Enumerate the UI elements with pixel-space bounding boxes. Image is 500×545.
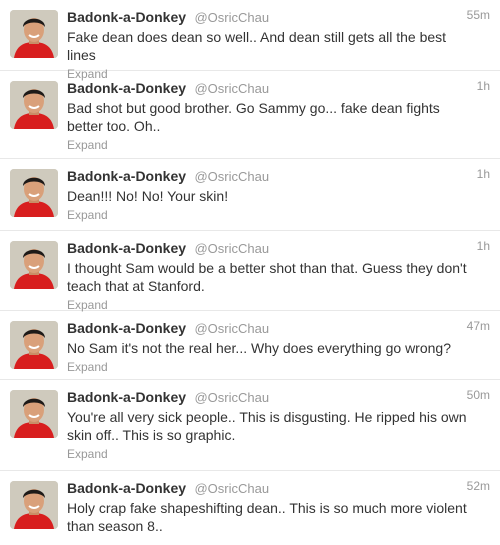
username[interactable]: @OsricChau bbox=[194, 321, 269, 336]
timestamp[interactable]: 1h bbox=[477, 167, 490, 181]
tweet-item[interactable]: Badonk-a-Donkey @OsricChau 1h I thought … bbox=[0, 231, 500, 312]
display-name[interactable]: Badonk-a-Donkey bbox=[67, 320, 186, 336]
tweet-item[interactable]: Badonk-a-Donkey @OsricChau 1h Bad shot b… bbox=[0, 71, 500, 159]
tweet-header: Badonk-a-Donkey @OsricChau bbox=[67, 167, 490, 185]
display-name[interactable]: Badonk-a-Donkey bbox=[67, 389, 186, 405]
tweet-header: Badonk-a-Donkey @OsricChau bbox=[67, 239, 490, 257]
display-name[interactable]: Badonk-a-Donkey bbox=[67, 168, 186, 184]
tweet-feed: Badonk-a-Donkey @OsricChau 55m Fake dean… bbox=[0, 0, 500, 545]
tweet-item[interactable]: Badonk-a-Donkey @OsricChau 47m No Sam it… bbox=[0, 311, 500, 380]
expand-link[interactable]: Expand bbox=[67, 359, 490, 375]
avatar[interactable] bbox=[10, 10, 58, 58]
username[interactable]: @OsricChau bbox=[194, 241, 269, 256]
tweet-text: Fake dean does dean so well.. And dean s… bbox=[67, 29, 447, 63]
username[interactable]: @OsricChau bbox=[194, 390, 269, 405]
display-name[interactable]: Badonk-a-Donkey bbox=[67, 9, 186, 25]
tweet-header: Badonk-a-Donkey @OsricChau bbox=[67, 8, 490, 26]
display-name[interactable]: Badonk-a-Donkey bbox=[67, 80, 186, 96]
tweet-header: Badonk-a-Donkey @OsricChau bbox=[67, 388, 490, 406]
avatar[interactable] bbox=[10, 481, 58, 529]
tweet-text: You're all very sick people.. This is di… bbox=[67, 409, 467, 443]
tweet-item[interactable]: Badonk-a-Donkey @OsricChau 50m You're al… bbox=[0, 380, 500, 471]
username[interactable]: @OsricChau bbox=[194, 481, 269, 496]
tweet-text: No Sam it's not the real her... Why does… bbox=[67, 340, 451, 356]
tweet-item[interactable]: Badonk-a-Donkey @OsricChau 55m Fake dean… bbox=[0, 0, 500, 81]
avatar[interactable] bbox=[10, 321, 58, 369]
tweet-header: Badonk-a-Donkey @OsricChau bbox=[67, 319, 490, 337]
expand-link[interactable]: Expand bbox=[67, 137, 490, 153]
avatar[interactable] bbox=[10, 241, 58, 289]
tweet-item[interactable]: Badonk-a-Donkey @OsricChau 52m Holy crap… bbox=[0, 471, 500, 545]
tweet-header: Badonk-a-Donkey @OsricChau bbox=[67, 79, 490, 97]
username[interactable]: @OsricChau bbox=[194, 81, 269, 96]
timestamp[interactable]: 52m bbox=[467, 479, 490, 493]
tweet-item[interactable]: Badonk-a-Donkey @OsricChau 1h Dean!!! No… bbox=[0, 159, 500, 231]
tweet-text: Bad shot but good brother. Go Sammy go..… bbox=[67, 100, 440, 134]
display-name[interactable]: Badonk-a-Donkey bbox=[67, 240, 186, 256]
avatar[interactable] bbox=[10, 169, 58, 217]
avatar[interactable] bbox=[10, 390, 58, 438]
timestamp[interactable]: 47m bbox=[467, 319, 490, 333]
tweet-text: Holy crap fake shapeshifting dean.. This… bbox=[67, 500, 467, 534]
timestamp[interactable]: 50m bbox=[467, 388, 490, 402]
display-name[interactable]: Badonk-a-Donkey bbox=[67, 480, 186, 496]
avatar[interactable] bbox=[10, 81, 58, 129]
expand-link[interactable]: Expand bbox=[67, 446, 490, 462]
tweet-header: Badonk-a-Donkey @OsricChau bbox=[67, 479, 490, 497]
timestamp[interactable]: 55m bbox=[467, 8, 490, 22]
username[interactable]: @OsricChau bbox=[194, 10, 269, 25]
expand-link[interactable]: Expand bbox=[67, 207, 490, 223]
tweet-text: Dean!!! No! No! Your skin! bbox=[67, 188, 229, 204]
timestamp[interactable]: 1h bbox=[477, 79, 490, 93]
timestamp[interactable]: 1h bbox=[477, 239, 490, 253]
tweet-text: I thought Sam would be a better shot tha… bbox=[67, 260, 467, 294]
username[interactable]: @OsricChau bbox=[194, 169, 269, 184]
